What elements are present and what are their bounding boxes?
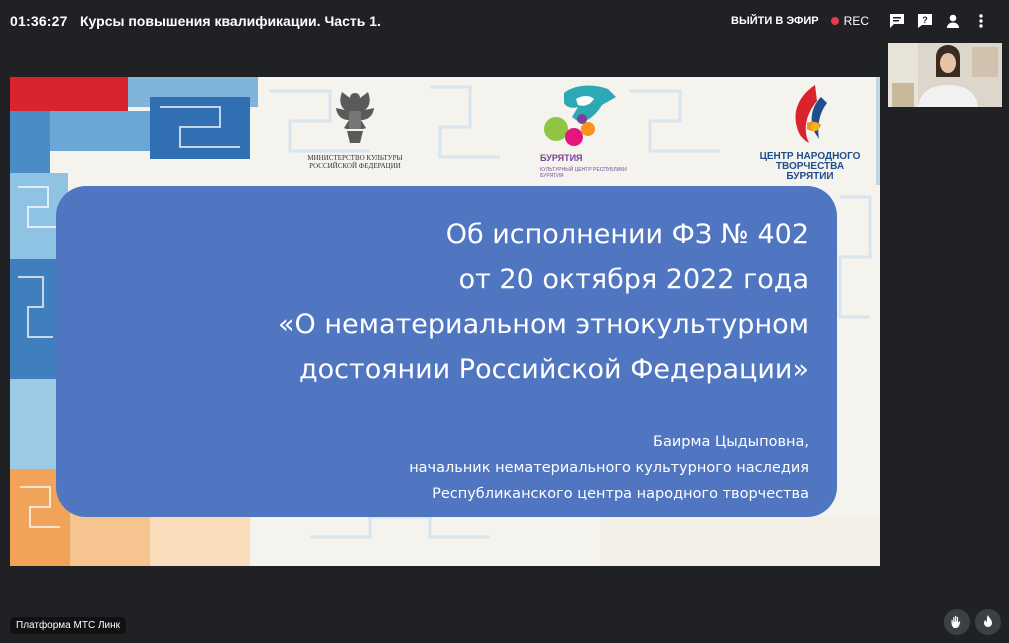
buryatia-emblem-icon: БУРЯТИЯ: [540, 85, 616, 163]
webinar-title: Курсы повышения квалификации. Часть 1.: [80, 13, 381, 29]
author-organization: Республиканского центра народного творче…: [432, 486, 809, 502]
author-position: начальник нематериального культурного на…: [409, 460, 809, 476]
slide-title-line-4: достоянии Российской Федерации»: [298, 354, 809, 385]
buryatia-logo: БУРЯТИЯ КУЛЬТУРНЫЙ ЦЕНТР РЕСПУБЛИКИ БУРЯ…: [530, 81, 630, 179]
speaker-video-frame: [888, 43, 1002, 107]
folk-art-center-logo: ЦЕНТР НАРОДНОГО ТВОРЧЕСТВА БУРЯТИИ: [755, 83, 865, 182]
toolbar: ВЫЙТИ В ЭФИР REC ?: [731, 11, 995, 31]
slide-author: Баирма Цыдыповна, начальник нематериальн…: [409, 429, 809, 507]
ministry-line-1: МИНИСТЕРСТВО КУЛЬТУРЫ: [307, 154, 403, 162]
top-bar: 01:36:27 Курсы повышения квалификации. Ч…: [0, 0, 1009, 42]
slide-title-box: Об исполнении ФЗ № 402 от 20 октября 202…: [56, 186, 837, 517]
slide-logos: МИНИСТЕРСТВО КУЛЬТУРЫ РОССИЙСКОЙ ФЕДЕРАЦ…: [10, 77, 880, 185]
speaker-video[interactable]: [888, 43, 1002, 107]
participants-icon[interactable]: [939, 11, 967, 31]
chat-icon[interactable]: [883, 11, 911, 31]
presentation-slide: МИНИСТЕРСТВО КУЛЬТУРЫ РОССИЙСКОЙ ФЕДЕРАЦ…: [10, 77, 880, 566]
slide-title-line-2: от 20 октября 2022 года: [458, 264, 809, 295]
buryatia-logo-text: БУРЯТИЯ: [540, 153, 583, 163]
raise-hand-button[interactable]: [944, 609, 970, 635]
question-icon[interactable]: ?: [911, 11, 939, 31]
rec-label: REC: [843, 14, 869, 28]
platform-badge[interactable]: Платформа МТС Линк: [10, 617, 126, 634]
more-icon[interactable]: [967, 11, 995, 31]
author-name: Баирма Цыдыповна,: [653, 434, 809, 450]
reactions-button[interactable]: [975, 609, 1001, 635]
slide-title: Об исполнении ФЗ № 402 от 20 октября 202…: [278, 212, 809, 392]
svg-text:?: ?: [922, 15, 928, 25]
session-timer: 01:36:27: [10, 13, 68, 29]
hand-icon: [951, 615, 961, 628]
eagle-emblem-icon: [336, 92, 374, 143]
ministry-line-2: РОССИЙСКОЙ ФЕДЕРАЦИИ: [309, 162, 401, 170]
slide-title-line-1: Об исполнении ФЗ № 402: [445, 219, 809, 250]
ministry-logo: МИНИСТЕРСТВО КУЛЬТУРЫ РОССИЙСКОЙ ФЕДЕРАЦ…: [290, 87, 420, 170]
center-line-3: БУРЯТИИ: [786, 171, 834, 182]
flame-icon: [984, 615, 992, 627]
flame-emblem-icon: [795, 85, 827, 143]
rec-indicator[interactable]: REC: [830, 14, 869, 28]
slide-title-line-3: «О нематериальном этнокультурном: [278, 309, 809, 340]
rec-dot-icon: [830, 17, 839, 25]
buryatia-subtitle: КУЛЬТУРНЫЙ ЦЕНТР РЕСПУБЛИКИ БУРЯТИЯ: [540, 167, 627, 179]
go-live-button[interactable]: ВЫЙТИ В ЭФИР: [731, 15, 819, 27]
